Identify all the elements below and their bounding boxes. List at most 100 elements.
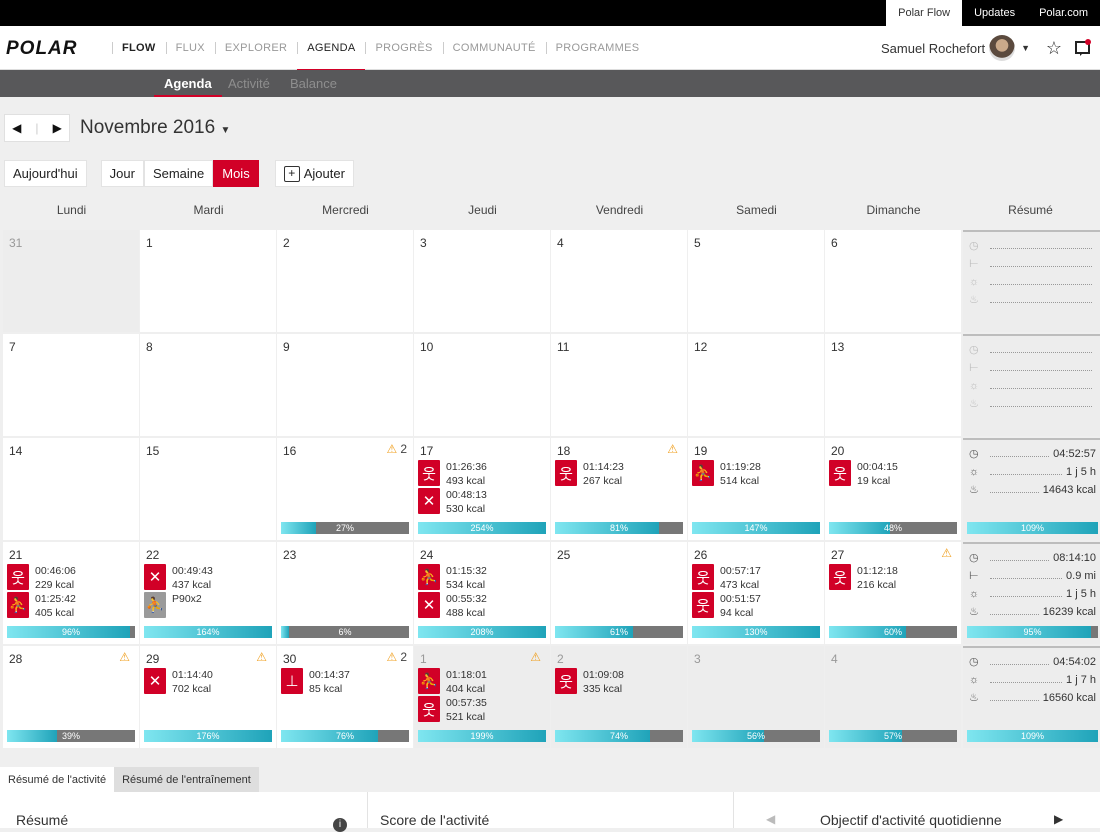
day-cell[interactable]: 3 xyxy=(414,230,550,332)
warning-icon[interactable]: ⚠ 2 xyxy=(387,442,407,456)
day-cell[interactable]: 3 56% xyxy=(688,646,824,748)
day-view-button[interactable]: Jour xyxy=(100,160,144,187)
next-arrow-icon[interactable]: ▶ xyxy=(53,121,62,135)
polar-logo[interactable]: POLAR xyxy=(6,38,78,60)
nav-flow[interactable]: FLOW xyxy=(112,26,166,70)
warning-icon[interactable]: ⚠ xyxy=(119,650,133,664)
week-progress-bar[interactable]: 95% xyxy=(967,626,1098,638)
activity-progress-bar[interactable]: 48% xyxy=(829,522,957,534)
tab-balance[interactable]: Balance xyxy=(280,70,347,97)
day-cell[interactable]: 21 웃 00:46:06 229 kcal ⛹ 01:25:42 405 kcal 96% xyxy=(3,542,139,644)
training-session[interactable]: ⛹ 01:19:28 514 kcal xyxy=(692,460,761,488)
training-session[interactable]: 웃 00:46:06 229 kcal xyxy=(7,564,76,592)
month-view-button[interactable]: Mois xyxy=(213,160,259,187)
tab-training-summary[interactable]: Résumé de l'entraînement xyxy=(114,767,259,792)
today-button[interactable]: Aujourd'hui xyxy=(4,160,87,187)
day-cell[interactable]: 27 ⚠ 웃 01:12:18 216 kcal 60% xyxy=(825,542,961,644)
user-menu[interactable]: Samuel Rochefort ▼ xyxy=(881,26,1030,70)
day-cell[interactable]: 15 xyxy=(140,438,276,540)
goal-prev-icon[interactable]: ◀ xyxy=(766,812,775,826)
week-progress-bar[interactable]: 109% xyxy=(967,730,1098,742)
week-progress-bar[interactable]: 109% xyxy=(967,522,1098,534)
updates-link[interactable]: Updates xyxy=(962,0,1027,26)
activity-progress-bar[interactable]: 176% xyxy=(144,730,272,742)
month-picker[interactable]: Novembre 2016 ▼ xyxy=(80,117,230,139)
day-cell[interactable]: 8 xyxy=(140,334,276,436)
activity-progress-bar[interactable]: 147% xyxy=(692,522,820,534)
training-session[interactable]: ⊥ 00:14:37 85 kcal xyxy=(281,668,350,696)
training-session[interactable]: ✕ 00:48:13 530 kcal xyxy=(418,488,487,516)
nav-explorer[interactable]: EXPLORER xyxy=(214,26,297,70)
day-cell[interactable]: 25 61% xyxy=(551,542,687,644)
warning-icon[interactable]: ⚠ xyxy=(667,442,681,456)
nav-communaute[interactable]: COMMUNAUTÉ xyxy=(442,26,546,70)
day-cell[interactable]: 24 ⛹ 01:15:32 534 kcal ✕ 00:55:32 488 kcal 208% xyxy=(414,542,550,644)
day-cell[interactable]: 1 xyxy=(140,230,276,332)
day-cell[interactable]: 5 xyxy=(688,230,824,332)
activity-progress-bar[interactable]: 208% xyxy=(418,626,546,638)
week-view-button[interactable]: Semaine xyxy=(143,160,214,187)
activity-progress-bar[interactable]: 199% xyxy=(418,730,546,742)
day-cell[interactable]: 11 xyxy=(551,334,687,436)
day-cell[interactable]: 31 xyxy=(3,230,139,332)
training-session[interactable]: 웃 00:04:15 19 kcal xyxy=(829,460,898,488)
day-cell[interactable]: 29 ⚠ ✕ 01:14:40 702 kcal 176% xyxy=(140,646,276,748)
nav-agenda[interactable]: AGENDA xyxy=(297,26,366,71)
nav-programmes[interactable]: PROGRAMMES xyxy=(545,26,650,70)
tab-agenda[interactable]: Agenda xyxy=(154,70,222,97)
day-cell[interactable]: 9 xyxy=(277,334,413,436)
day-cell[interactable]: 17 웃 01:26:36 493 kcal ✕ 00:48:13 530 kcal 254% xyxy=(414,438,550,540)
training-session[interactable]: 웃 01:26:36 493 kcal xyxy=(418,460,487,488)
training-session[interactable]: ✕ 01:14:40 702 kcal xyxy=(144,668,213,696)
day-cell[interactable]: 23 6% xyxy=(277,542,413,644)
day-cell[interactable]: 16 ⚠ 2 27% xyxy=(277,438,413,540)
warning-icon[interactable]: ⚠ xyxy=(530,650,544,664)
nav-progres[interactable]: PROGRÈS xyxy=(365,26,442,70)
training-session[interactable]: 웃 00:51:57 94 kcal xyxy=(692,592,761,620)
day-cell[interactable]: 1 ⚠ ⛹ 01:18:01 404 kcal 웃 00:57:35 521 kcal 199% xyxy=(414,646,550,748)
day-cell[interactable]: 30 ⚠ 2 ⊥ 00:14:37 85 kcal 76% xyxy=(277,646,413,748)
info-icon[interactable]: i xyxy=(333,818,347,832)
tab-activite[interactable]: Activité xyxy=(218,70,280,97)
activity-progress-bar[interactable]: 6% xyxy=(281,626,409,638)
day-cell[interactable]: 2 xyxy=(277,230,413,332)
day-cell[interactable]: 26 웃 00:57:17 473 kcal 웃 00:51:57 94 kcal 130% xyxy=(688,542,824,644)
day-cell[interactable]: 28 ⚠ 39% xyxy=(3,646,139,748)
previous-arrow-icon[interactable]: ◀ xyxy=(12,121,21,135)
activity-progress-bar[interactable]: 164% xyxy=(144,626,272,638)
day-cell[interactable]: 4 xyxy=(551,230,687,332)
training-session[interactable]: 웃 01:12:18 216 kcal xyxy=(829,564,898,592)
day-cell[interactable]: 12 xyxy=(688,334,824,436)
day-cell[interactable]: 18 ⚠ 웃 01:14:23 267 kcal 81% xyxy=(551,438,687,540)
activity-progress-bar[interactable]: 96% xyxy=(7,626,135,638)
day-cell[interactable]: 22 ✕ 00:49:43 437 kcal ⛹ P90x2 164% xyxy=(140,542,276,644)
nav-flux[interactable]: FLUX xyxy=(165,26,215,70)
training-session[interactable]: 웃 01:14:23 267 kcal xyxy=(555,460,624,488)
day-cell[interactable]: 4 57% xyxy=(825,646,961,748)
warning-icon[interactable]: ⚠ xyxy=(256,650,270,664)
training-session[interactable]: ✕ 00:55:32 488 kcal xyxy=(418,592,487,620)
day-cell[interactable]: 13 xyxy=(825,334,961,436)
notification-icon[interactable] xyxy=(1074,39,1092,62)
day-cell[interactable]: 14 xyxy=(3,438,139,540)
day-cell[interactable]: 10 xyxy=(414,334,550,436)
activity-progress-bar[interactable]: 61% xyxy=(555,626,683,638)
training-session[interactable]: ⛹ 01:15:32 534 kcal xyxy=(418,564,487,592)
training-session[interactable]: ⛹ 01:25:42 405 kcal xyxy=(7,592,76,620)
activity-progress-bar[interactable]: 57% xyxy=(829,730,957,742)
training-session[interactable]: 웃 00:57:35 521 kcal xyxy=(418,696,487,724)
day-cell[interactable]: 7 xyxy=(3,334,139,436)
training-session[interactable]: ✕ 00:49:43 437 kcal xyxy=(144,564,213,592)
day-cell[interactable]: 19 ⛹ 01:19:28 514 kcal 147% xyxy=(688,438,824,540)
warning-icon[interactable]: ⚠ 2 xyxy=(387,650,407,664)
star-icon[interactable]: ☆ xyxy=(1046,38,1062,59)
training-session[interactable]: 웃 01:09:08 335 kcal xyxy=(555,668,624,696)
activity-progress-bar[interactable]: 27% xyxy=(281,522,409,534)
training-session[interactable]: ⛹ 01:18:01 404 kcal xyxy=(418,668,487,696)
training-session[interactable]: 웃 00:57:17 473 kcal xyxy=(692,564,761,592)
day-cell[interactable]: 6 xyxy=(825,230,961,332)
training-session[interactable]: ⛹ P90x2 xyxy=(144,592,202,618)
polar-flow-link[interactable]: Polar Flow xyxy=(886,0,963,26)
activity-progress-bar[interactable]: 39% xyxy=(7,730,135,742)
activity-progress-bar[interactable]: 56% xyxy=(692,730,820,742)
